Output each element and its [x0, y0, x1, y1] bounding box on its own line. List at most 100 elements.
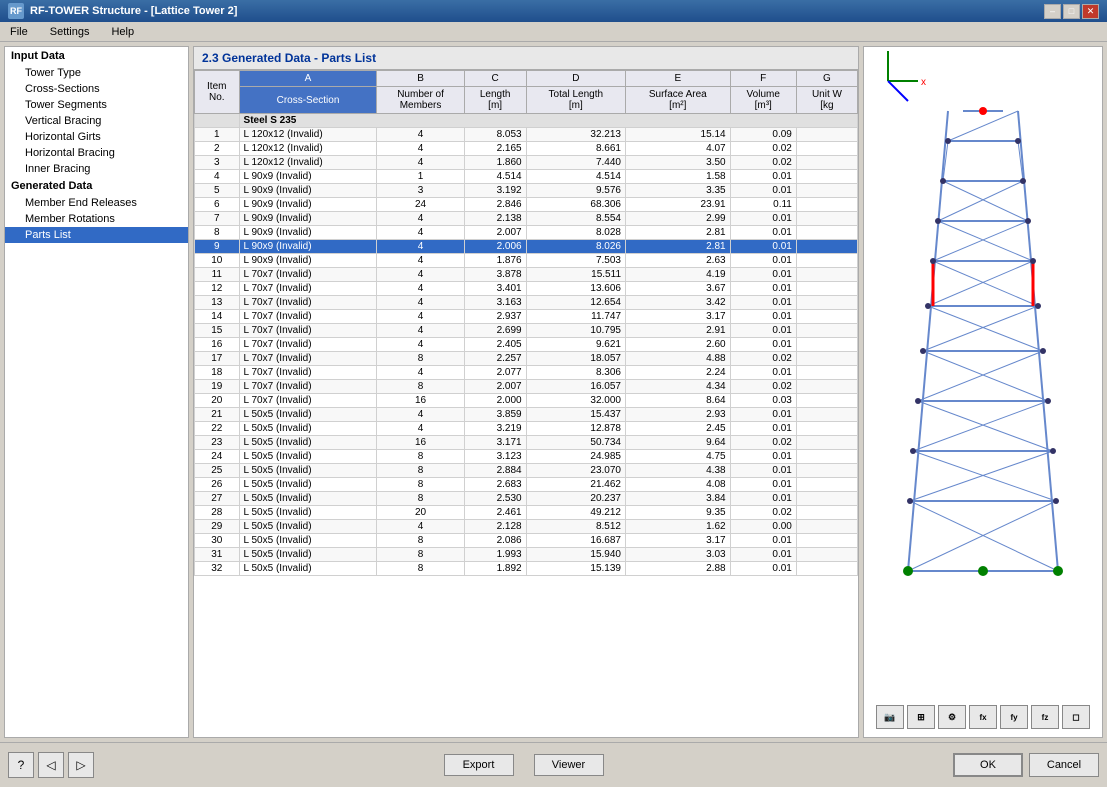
tower-svg: x z — [868, 51, 1098, 591]
table-row[interactable]: 23 L 50x5 (Invalid) 16 3.171 50.734 9.64… — [195, 436, 858, 450]
help-button[interactable]: ? — [8, 752, 34, 778]
sidebar-item-inner-bracing[interactable]: Inner Bracing — [5, 161, 188, 177]
menu-file[interactable]: File — [4, 24, 34, 40]
fz-button[interactable]: fz — [1031, 705, 1059, 729]
right-panel: 2.3 Generated Data - Parts List ItemNo. … — [193, 42, 1107, 742]
cell-volume: 0.02 — [730, 436, 796, 450]
table-row[interactable]: 20 L 70x7 (Invalid) 16 2.000 32.000 8.64… — [195, 394, 858, 408]
viewer-button[interactable]: Viewer — [534, 754, 604, 776]
table-row[interactable]: 14 L 70x7 (Invalid) 4 2.937 11.747 3.17 … — [195, 310, 858, 324]
sidebar-item-member-end-releases[interactable]: Member End Releases — [5, 195, 188, 211]
back-button[interactable]: ◁ — [38, 752, 64, 778]
table-row[interactable]: 15 L 70x7 (Invalid) 4 2.699 10.795 2.91 … — [195, 324, 858, 338]
table-row[interactable]: 27 L 50x5 (Invalid) 8 2.530 20.237 3.84 … — [195, 492, 858, 506]
cell-item-no: 11 — [195, 268, 240, 282]
table-row[interactable]: 25 L 50x5 (Invalid) 8 2.884 23.070 4.38 … — [195, 464, 858, 478]
cell-length: 2.937 — [464, 310, 526, 324]
sidebar-item-tower-segments[interactable]: Tower Segments — [5, 97, 188, 113]
cell-members: 4 — [377, 338, 464, 352]
cell-item-no: 15 — [195, 324, 240, 338]
table-row[interactable]: 9 L 90x9 (Invalid) 4 2.006 8.026 2.81 0.… — [195, 240, 858, 254]
cell-item-no: 31 — [195, 548, 240, 562]
maximize-button[interactable]: □ — [1063, 4, 1080, 19]
cell-volume: 0.02 — [730, 506, 796, 520]
camera-button[interactable]: 📷 — [876, 705, 904, 729]
sidebar-item-horizontal-girts[interactable]: Horizontal Girts — [5, 129, 188, 145]
table-row[interactable]: 19 L 70x7 (Invalid) 8 2.007 16.057 4.34 … — [195, 380, 858, 394]
table-row[interactable]: 6 L 90x9 (Invalid) 24 2.846 68.306 23.91… — [195, 198, 858, 212]
table-row[interactable]: 21 L 50x5 (Invalid) 4 3.859 15.437 2.93 … — [195, 408, 858, 422]
table-row[interactable]: 31 L 50x5 (Invalid) 8 1.993 15.940 3.03 … — [195, 548, 858, 562]
fy-button[interactable]: fy — [1000, 705, 1028, 729]
table-row[interactable]: 22 L 50x5 (Invalid) 4 3.219 12.878 2.45 … — [195, 422, 858, 436]
table-row[interactable]: 12 L 70x7 (Invalid) 4 3.401 13.606 3.67 … — [195, 282, 858, 296]
cell-cross-section: L 70x7 (Invalid) — [239, 282, 377, 296]
table-row[interactable]: 10 L 90x9 (Invalid) 4 1.876 7.503 2.63 0… — [195, 254, 858, 268]
table-row[interactable]: 28 L 50x5 (Invalid) 20 2.461 49.212 9.35… — [195, 506, 858, 520]
table-row[interactable]: 1 L 120x12 (Invalid) 4 8.053 32.213 15.1… — [195, 128, 858, 142]
cell-item-no: 32 — [195, 562, 240, 576]
cell-length: 2.846 — [464, 198, 526, 212]
table-row[interactable]: 24 L 50x5 (Invalid) 8 3.123 24.985 4.75 … — [195, 450, 858, 464]
cell-surface-area: 3.67 — [626, 282, 731, 296]
forward-button[interactable]: ▷ — [68, 752, 94, 778]
zoom-fit-button[interactable]: ⊞ — [907, 705, 935, 729]
sidebar-item-horizontal-bracing[interactable]: Horizontal Bracing — [5, 145, 188, 161]
sidebar-item-tower-type[interactable]: Tower Type — [5, 65, 188, 81]
cell-length: 2.884 — [464, 464, 526, 478]
cell-unit-w — [796, 520, 857, 534]
cell-unit-w — [796, 408, 857, 422]
cell-volume: 0.01 — [730, 450, 796, 464]
cell-members: 8 — [377, 478, 464, 492]
table-row[interactable]: 16 L 70x7 (Invalid) 4 2.405 9.621 2.60 0… — [195, 338, 858, 352]
cell-length: 2.461 — [464, 506, 526, 520]
close-button[interactable]: ✕ — [1082, 4, 1099, 19]
cell-volume: 0.02 — [730, 380, 796, 394]
table-row[interactable]: 4 L 90x9 (Invalid) 1 4.514 4.514 1.58 0.… — [195, 170, 858, 184]
cell-unit-w — [796, 324, 857, 338]
cell-item-no: 1 — [195, 128, 240, 142]
table-row[interactable]: 2 L 120x12 (Invalid) 4 2.165 8.661 4.07 … — [195, 142, 858, 156]
sidebar-item-member-rotations[interactable]: Member Rotations — [5, 211, 188, 227]
cell-unit-w — [796, 338, 857, 352]
export-button[interactable]: Export — [444, 754, 514, 776]
table-row[interactable]: 26 L 50x5 (Invalid) 8 2.683 21.462 4.08 … — [195, 478, 858, 492]
menu-help[interactable]: Help — [105, 24, 140, 40]
cell-cross-section: L 90x9 (Invalid) — [239, 254, 377, 268]
cell-unit-w — [796, 436, 857, 450]
settings-button[interactable]: ⚙ — [938, 705, 966, 729]
table-row[interactable]: 13 L 70x7 (Invalid) 4 3.163 12.654 3.42 … — [195, 296, 858, 310]
cell-unit-w — [796, 142, 857, 156]
cell-unit-w — [796, 254, 857, 268]
cell-cross-section: L 50x5 (Invalid) — [239, 436, 377, 450]
cell-members: 16 — [377, 394, 464, 408]
table-row[interactable]: 5 L 90x9 (Invalid) 3 3.192 9.576 3.35 0.… — [195, 184, 858, 198]
menu-settings[interactable]: Settings — [44, 24, 96, 40]
cancel-button[interactable]: Cancel — [1029, 753, 1099, 777]
table-row[interactable]: 3 L 120x12 (Invalid) 4 1.860 7.440 3.50 … — [195, 156, 858, 170]
col-header-b: B — [377, 71, 464, 87]
table-row[interactable]: 11 L 70x7 (Invalid) 4 3.878 15.511 4.19 … — [195, 268, 858, 282]
table-row[interactable]: 17 L 70x7 (Invalid) 8 2.257 18.057 4.88 … — [195, 352, 858, 366]
cell-members: 8 — [377, 352, 464, 366]
table-row[interactable]: 18 L 70x7 (Invalid) 4 2.077 8.306 2.24 0… — [195, 366, 858, 380]
svg-text:z: z — [890, 51, 895, 52]
ok-button[interactable]: OK — [953, 753, 1023, 777]
view-box-button[interactable]: ◻ — [1062, 705, 1090, 729]
table-row[interactable]: 7 L 90x9 (Invalid) 4 2.138 8.554 2.99 0.… — [195, 212, 858, 226]
table-row[interactable]: 30 L 50x5 (Invalid) 8 2.086 16.687 3.17 … — [195, 534, 858, 548]
table-row[interactable]: 8 L 90x9 (Invalid) 4 2.007 8.028 2.81 0.… — [195, 226, 858, 240]
cell-surface-area: 4.88 — [626, 352, 731, 366]
cell-members: 4 — [377, 254, 464, 268]
table-wrapper[interactable]: ItemNo. A B C D E F G Cross-Section — [194, 70, 858, 737]
sidebar-item-vertical-bracing[interactable]: Vertical Bracing — [5, 113, 188, 129]
table-row[interactable]: 29 L 50x5 (Invalid) 4 2.128 8.512 1.62 0… — [195, 520, 858, 534]
cell-unit-w — [796, 422, 857, 436]
table-row[interactable]: 32 L 50x5 (Invalid) 8 1.892 15.139 2.88 … — [195, 562, 858, 576]
fx-button[interactable]: fx — [969, 705, 997, 729]
cell-surface-area: 4.34 — [626, 380, 731, 394]
cell-item-no: 30 — [195, 534, 240, 548]
sidebar-item-parts-list[interactable]: Parts List — [5, 227, 188, 243]
sidebar-item-cross-sections[interactable]: Cross-Sections — [5, 81, 188, 97]
minimize-button[interactable]: – — [1044, 4, 1061, 19]
